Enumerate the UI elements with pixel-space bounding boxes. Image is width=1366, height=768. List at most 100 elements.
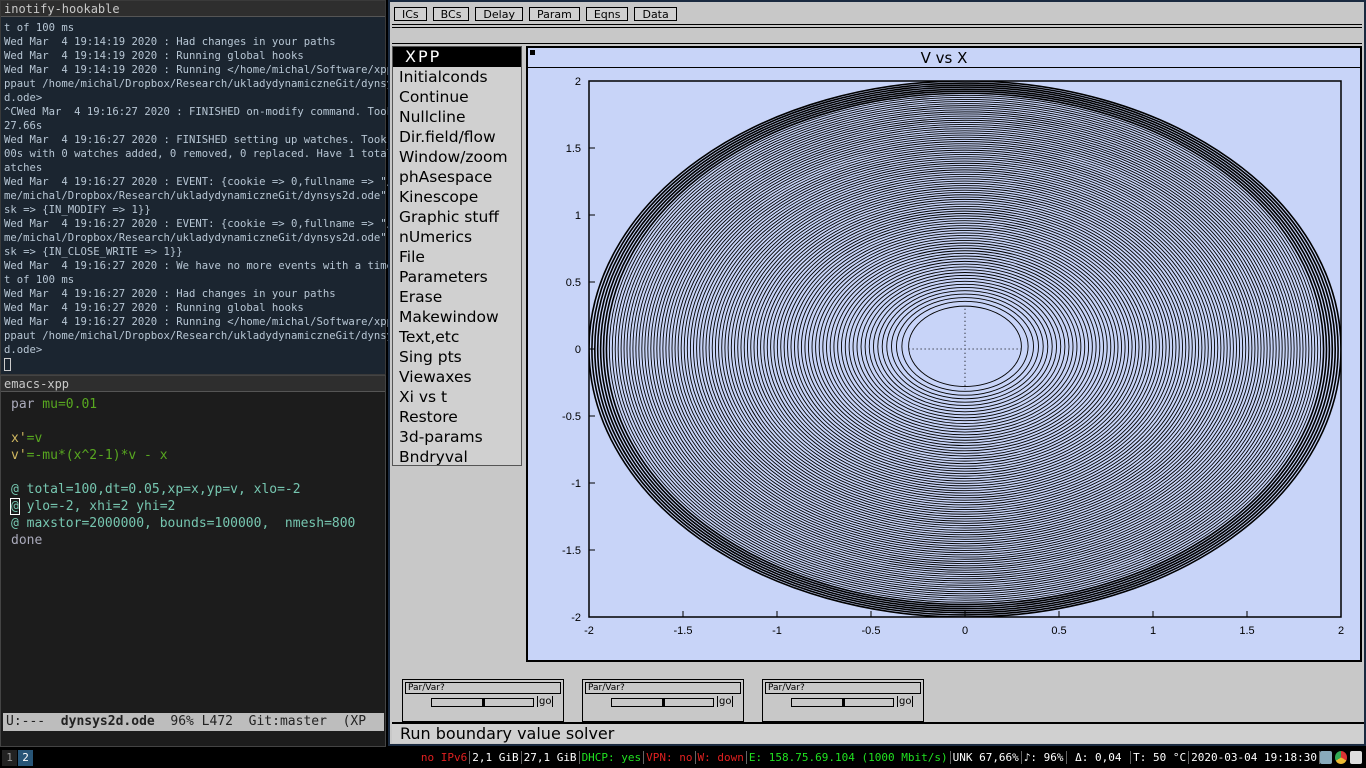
terminal-output: t of 100 ms Wed Mar 4 19:14:19 2020 : Had…: [1, 17, 406, 375]
menu-item-nullcline[interactable]: Nullcline: [393, 107, 521, 127]
slider-handle[interactable]: [662, 698, 665, 707]
text-cursor: @: [10, 498, 20, 515]
trajectory-loop: [818, 242, 1112, 452]
menu-item-xi-vs-t[interactable]: Xi vs t: [393, 387, 521, 407]
terminal-line: sk => {IN_CLOSE_WRITE => 1}}: [4, 246, 183, 258]
editor-buffer[interactable]: par mu=0.01 x'=v v'=-mu*(x^2-1)*v - x @ t…: [1, 392, 385, 553]
menu-item-bndryval[interactable]: Bndryval: [393, 447, 521, 467]
go-button[interactable]: go: [897, 696, 914, 707]
menu-title: XPP: [393, 47, 521, 67]
menu-item-kinescope[interactable]: Kinescope: [393, 187, 521, 207]
terminal-title: inotify-hookable: [1, 1, 385, 17]
terminal-line: 27.66s: [4, 120, 43, 132]
code-line: @ total=100,dt=0.05,xp=x,yp=v, xlo=-2: [11, 482, 301, 497]
button-eqns[interactable]: Eqns: [585, 7, 629, 21]
slider-handle[interactable]: [842, 698, 845, 707]
xpp-window[interactable]: ICs BCs Delay Param Eqns Data XPP Initialcond…: [388, 0, 1366, 746]
menu-item-sing-pts[interactable]: Sing pts: [393, 347, 521, 367]
slider-param-input[interactable]: Par/Var?: [405, 682, 561, 694]
menu-item-initialconds[interactable]: Initialconds: [393, 67, 521, 87]
slider-param-input[interactable]: Par/Var?: [585, 682, 741, 694]
terminal-line: Wed Mar 4 19:16:27 2020 : Running global…: [4, 302, 304, 314]
trajectory-loop: [829, 250, 1101, 444]
status-item: 2020-03-04 19:18:30: [1189, 751, 1320, 764]
slider-handle[interactable]: [482, 698, 485, 707]
y-tick-label: 0.5: [566, 277, 581, 289]
terminal-line: d.ode>: [4, 344, 43, 356]
status-bar: 1 2 no IPv6 2,1 GiB 27,1 GiB DHCP: yes VPN: …: [0, 748, 1366, 768]
plot-window[interactable]: V vs X -2 -1.5 -1 -0.5 0 0.5 1 1.5 2 2 1.5 1 0.5 0 -0.…: [526, 46, 1362, 662]
emacs-window[interactable]: emacs-xpp par mu=0.01 x'=v v'=-mu*(x^2-1)…: [0, 375, 386, 747]
button-delay[interactable]: Delay: [475, 7, 523, 21]
terminal-line: t of 100 ms: [4, 274, 75, 286]
button-ics[interactable]: ICs: [394, 7, 427, 21]
go-button[interactable]: go: [717, 696, 734, 707]
menu-item-continue[interactable]: Continue: [393, 87, 521, 107]
command-line[interactable]: [392, 24, 1362, 28]
menu-item-window-zoom[interactable]: Window/zoom: [393, 147, 521, 167]
status-item: W: down: [695, 751, 747, 764]
slider-param-input[interactable]: Par/Var?: [765, 682, 921, 694]
x-tick-label: -1.5: [674, 625, 693, 637]
trajectory-loop: [908, 305, 1022, 387]
dropbox-icon[interactable]: [1350, 751, 1362, 764]
menu-item-text-etc[interactable]: Text,etc: [393, 327, 521, 347]
menu-item-file[interactable]: File: [393, 247, 521, 267]
mode-line: U:--- dynsys2d.ode 96% L472 Git:master (…: [3, 713, 384, 731]
menu-item-phasespace[interactable]: phAsespace: [393, 167, 521, 187]
menu-item-erase[interactable]: Erase: [393, 287, 521, 307]
terminal-line: Wed Mar 4 19:14:19 2020 : Running </home…: [4, 64, 406, 76]
x-tick-label: 1: [1150, 625, 1156, 637]
trajectory-loop: [844, 260, 1086, 433]
menu-item-numerics[interactable]: nUmerics: [393, 227, 521, 247]
message-line: [392, 30, 1362, 44]
chrome-icon[interactable]: [1335, 751, 1347, 764]
slider-track[interactable]: [791, 698, 894, 707]
trajectory-loop: [881, 286, 1049, 406]
terminal-line: 00s with 0 watches added, 0 removed, 0 r…: [4, 148, 406, 160]
terminal-line: ppaut /home/michal/Dropbox/Research/ukla…: [4, 330, 406, 342]
menu-item-parameters[interactable]: Parameters: [393, 267, 521, 287]
status-item: 2,1 GiB: [470, 751, 522, 764]
buffer-state: U:---: [6, 714, 46, 729]
git-branch: Git:master: [248, 714, 327, 729]
workspace-2[interactable]: 2: [18, 750, 33, 766]
phase-plot[interactable]: -2 -1.5 -1 -0.5 0 0.5 1 1.5 2 2 1.5 1 0.5 0 -0.5 -1 -1.5…: [528, 68, 1360, 660]
trajectory-loop: [896, 297, 1034, 396]
terminal-line: Wed Mar 4 19:16:27 2020 : EVENT: {cookie…: [4, 176, 406, 188]
button-data[interactable]: Data: [634, 7, 677, 21]
menu-item-viewaxes[interactable]: Viewaxes: [393, 367, 521, 387]
y-tick-label: 0: [575, 344, 581, 356]
button-param[interactable]: Param: [528, 7, 580, 21]
code-line: v'=-mu*(x^2-1)*v - x: [11, 448, 168, 463]
terminal-window[interactable]: inotify-hookable t of 100 ms Wed Mar 4 19…: [0, 0, 406, 375]
go-button[interactable]: go: [537, 696, 554, 707]
code-line: @ maxstor=2000000, bounds=100000, nmesh=…: [11, 516, 356, 531]
terminal-line: Wed Mar 4 19:16:27 2020 : Had changes in…: [4, 288, 336, 300]
major-mode: (XP: [342, 714, 367, 729]
app-icon[interactable]: [1320, 751, 1332, 764]
trajectory-loop: [743, 189, 1187, 506]
trajectory-loop: [837, 255, 1093, 438]
parameter-slider: Par/Var? go: [762, 679, 924, 722]
menu-item-dir-field-flow[interactable]: Dir.field/flow: [393, 127, 521, 147]
code-line: par mu=0.01: [11, 397, 98, 412]
terminal-line: Wed Mar 4 19:14:19 2020 : Had changes in…: [4, 36, 336, 48]
terminal-line: t of 100 ms: [4, 22, 75, 34]
workspace-1[interactable]: 1: [2, 750, 17, 766]
parameter-slider: Par/Var? go: [402, 679, 564, 722]
terminal-line: sk => {IN_MODIFY => 1}}: [4, 204, 151, 216]
menu-item-3d-params[interactable]: 3d-params: [393, 427, 521, 447]
button-bcs[interactable]: BCs: [432, 7, 470, 21]
slider-track[interactable]: [431, 698, 534, 707]
y-tick-label: 2: [575, 76, 581, 88]
menu-item-restore[interactable]: Restore: [393, 407, 521, 427]
trajectory-loop: [763, 203, 1167, 492]
x-tick-label: -2: [584, 625, 594, 637]
emacs-title: emacs-xpp: [1, 376, 385, 392]
menu-item-graphic-stuff[interactable]: Graphic stuff: [393, 207, 521, 227]
slider-track[interactable]: [611, 698, 714, 707]
trajectory-loop: [877, 283, 1053, 410]
menu-item-makewindow[interactable]: Makewindow: [393, 307, 521, 327]
status-item: DHCP: yes: [579, 751, 645, 764]
